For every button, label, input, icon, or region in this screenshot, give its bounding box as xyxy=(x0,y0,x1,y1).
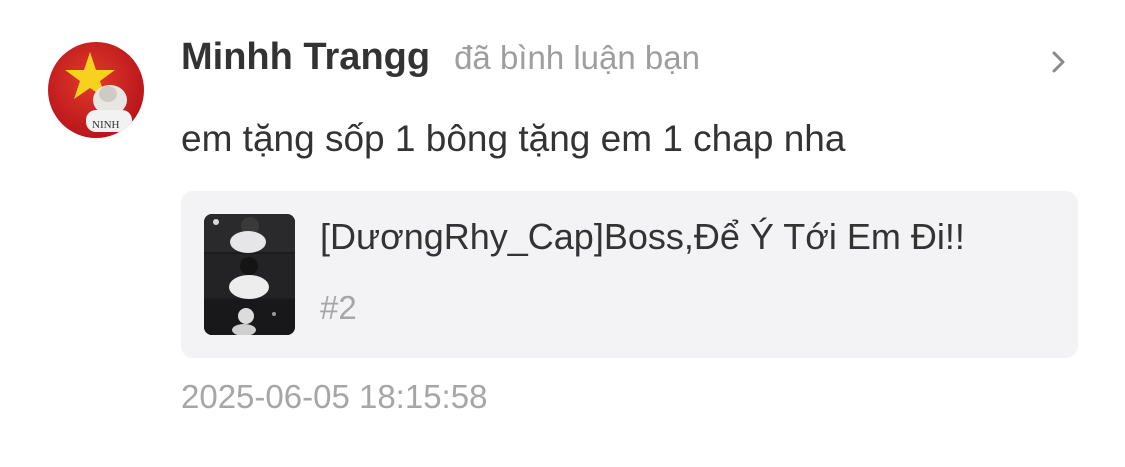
avatar-image: NINH xyxy=(48,42,144,138)
avatar-caption: NINH xyxy=(92,119,120,131)
work-card[interactable]: [DươngRhy_Cap]Boss,Để Ý Tới Em Đi!! #2 xyxy=(181,191,1078,358)
timestamp: 2025-06-05 18:15:58 xyxy=(181,378,488,415)
action-text: đã bình luận bạn xyxy=(454,39,700,76)
work-title: [DươngRhy_Cap]Boss,Để Ý Tới Em Đi!! xyxy=(320,216,965,257)
comic-cover-thumbnail xyxy=(204,214,295,335)
user-avatar[interactable]: NINH xyxy=(48,42,144,138)
notification-header: Minhh Trangg đã bình luận bạn xyxy=(181,36,700,86)
chapter-number: #2 xyxy=(320,289,357,326)
chevron-right-icon[interactable] xyxy=(1044,44,1074,80)
comment-notification[interactable]: NINH Minhh Trangg đã bình luận bạn em tặ… xyxy=(0,0,1125,467)
username[interactable]: Minhh Trangg xyxy=(181,36,430,79)
comment-text: em tặng sốp 1 bông tặng em 1 chap nha xyxy=(181,118,846,159)
